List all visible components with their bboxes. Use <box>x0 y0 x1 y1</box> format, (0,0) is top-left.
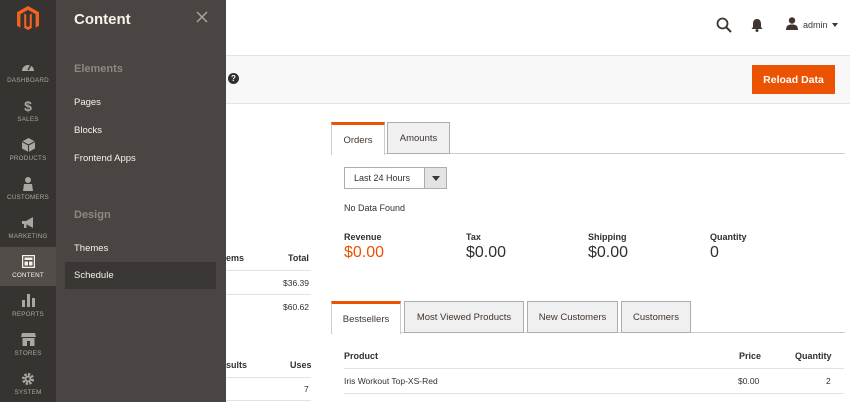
submenu-link-pages[interactable]: Pages <box>65 89 216 116</box>
magento-logo-icon[interactable] <box>0 0 56 38</box>
nav-item-dashboard[interactable]: DASHBOARD <box>0 52 56 91</box>
bell-icon[interactable] <box>750 18 764 32</box>
bar-chart-icon <box>21 293 35 308</box>
grid-header-uses: Uses <box>290 360 312 370</box>
help-icon[interactable]: ? <box>228 73 239 84</box>
period-select[interactable]: Last 24 Hours <box>344 167 447 189</box>
submenu-section-design: Design <box>74 209 111 221</box>
table-cell-price: $0.00 <box>738 376 760 386</box>
search-icon[interactable] <box>716 17 732 33</box>
storefront-icon <box>20 332 36 347</box>
tab-amounts[interactable]: Amounts <box>387 122 450 154</box>
speedometer-icon <box>21 59 35 74</box>
user-icon <box>786 17 798 32</box>
reload-data-button[interactable]: Reload Data <box>752 65 835 94</box>
submenu-link-schedule[interactable]: Schedule <box>65 262 216 289</box>
grid-cell-total: $36.39 <box>283 278 309 288</box>
grid-header-total: Total <box>288 253 309 263</box>
divider <box>344 368 844 369</box>
column-header-product: Product <box>344 351 379 361</box>
grid-cell-uses: 7 <box>304 384 309 394</box>
submenu-link-themes[interactable]: Themes <box>65 235 216 262</box>
total-value-shipping: $0.00 <box>588 244 629 261</box>
content-submenu: Content Elements Pages Blocks Frontend A… <box>56 0 226 402</box>
chevron-down-icon <box>831 22 838 27</box>
table-cell-quantity: 2 <box>826 376 831 386</box>
column-header-price: Price <box>739 351 762 361</box>
submenu-title: Content <box>74 11 131 28</box>
total-label-tax: Tax <box>466 232 481 242</box>
total-value-tax: $0.00 <box>466 244 507 261</box>
box-icon <box>21 137 35 152</box>
nav-item-marketing[interactable]: MARKETING <box>0 208 56 247</box>
gear-icon <box>21 371 35 386</box>
total-value-quantity: 0 <box>710 244 719 261</box>
nav-item-label: DASHBOARD <box>7 77 49 84</box>
grid-header-items: ems <box>226 253 245 263</box>
person-icon <box>23 176 33 191</box>
nav-item-label: SYSTEM <box>14 389 42 396</box>
close-icon[interactable] <box>195 10 209 24</box>
nav-item-label: STORES <box>14 350 42 357</box>
user-menu[interactable]: admin <box>786 17 838 32</box>
divider <box>226 377 311 378</box>
total-label-quantity: Quantity <box>710 232 747 242</box>
table-cell-product[interactable]: Iris Workout Top-XS-Red <box>344 376 438 386</box>
tab-new-customers[interactable]: New Customers <box>527 301 618 333</box>
nav-item-stores[interactable]: STORES <box>0 325 56 364</box>
nav-item-sales[interactable]: $ SALES <box>0 91 56 130</box>
divider <box>344 393 844 394</box>
nav-item-reports[interactable]: REPORTS <box>0 286 56 325</box>
period-select-value: Last 24 Hours <box>354 173 411 183</box>
dollar-icon: $ <box>24 97 32 114</box>
submenu-link-blocks[interactable]: Blocks <box>65 117 216 144</box>
tab-bestsellers[interactable]: Bestsellers <box>331 301 401 334</box>
nav-item-content[interactable]: CONTENT <box>0 247 56 286</box>
nav-item-label: SALES <box>17 116 39 123</box>
nav-item-label: CONTENT <box>12 272 44 279</box>
chart-empty-message: No Data Found <box>344 203 406 213</box>
nav-item-products[interactable]: PRODUCTS <box>0 130 56 169</box>
nav-item-system[interactable]: SYSTEM <box>0 364 56 402</box>
submenu-link-frontend-apps[interactable]: Frontend Apps <box>65 145 216 172</box>
nav-item-label: REPORTS <box>12 311 44 318</box>
divider <box>226 400 311 401</box>
megaphone-icon <box>21 215 36 230</box>
chevron-down-icon <box>424 168 446 188</box>
admin-sidebar: DASHBOARD $ SALES PRODUCTS CUSTOMERS MAR… <box>0 0 56 402</box>
nav-item-label: MARKETING <box>8 233 48 240</box>
submenu-section-elements: Elements <box>74 63 123 75</box>
total-label-revenue: Revenue <box>344 232 382 242</box>
grid-header-results: sults <box>226 360 248 370</box>
column-header-quantity: Quantity <box>795 351 832 361</box>
total-value-revenue: $0.00 <box>344 244 385 261</box>
tab-most-viewed-products[interactable]: Most Viewed Products <box>404 301 524 333</box>
username: admin <box>803 19 828 30</box>
layout-icon <box>21 254 35 269</box>
grid-cell-total: $60.62 <box>283 302 309 312</box>
nav-item-label: CUSTOMERS <box>7 194 49 201</box>
tab-orders[interactable]: Orders <box>331 122 385 155</box>
total-label-shipping: Shipping <box>588 232 627 242</box>
nav-item-label: PRODUCTS <box>9 155 47 162</box>
divider <box>226 270 311 271</box>
tab-customers[interactable]: Customers <box>621 301 691 333</box>
nav-item-customers[interactable]: CUSTOMERS <box>0 169 56 208</box>
divider <box>226 294 311 295</box>
